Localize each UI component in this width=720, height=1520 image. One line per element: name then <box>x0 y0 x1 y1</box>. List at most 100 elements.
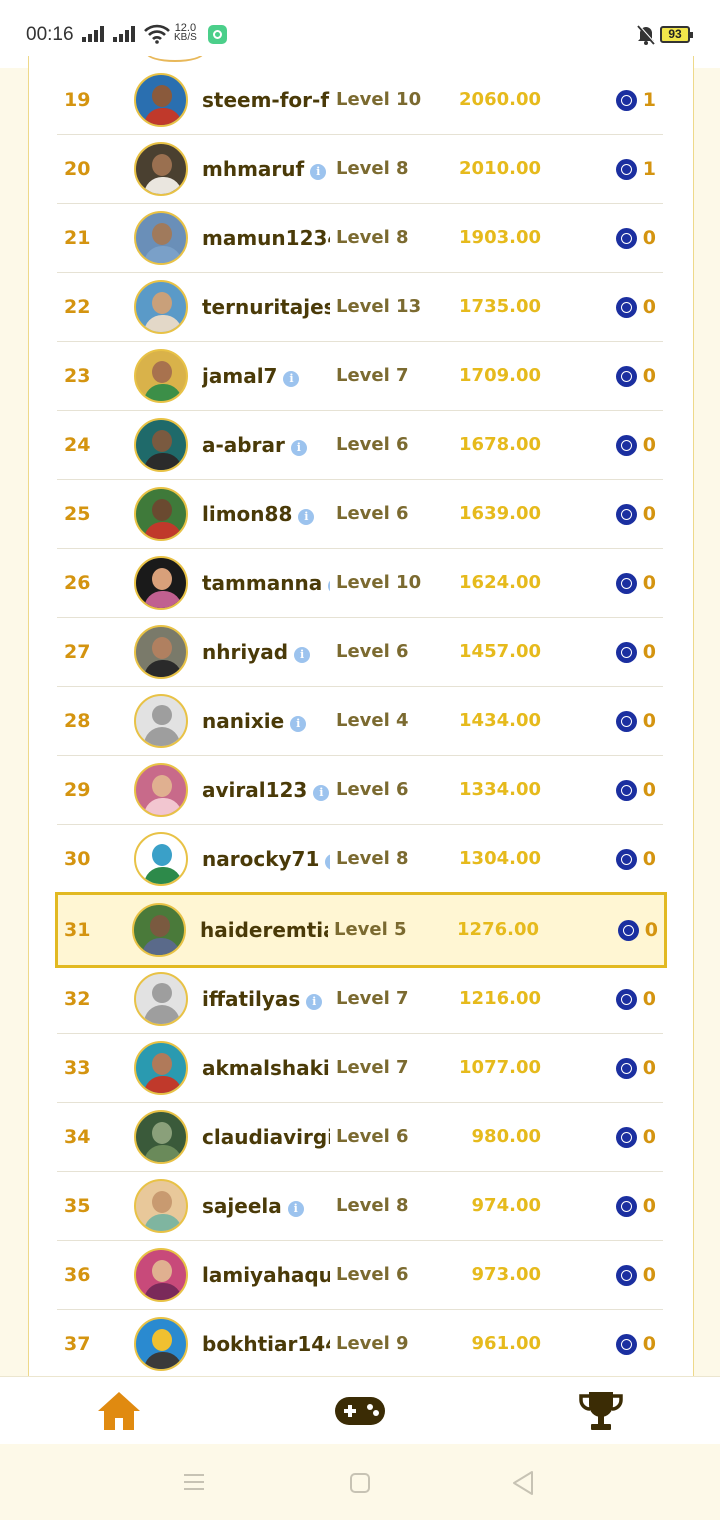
points-value: 1434.00 <box>459 710 541 731</box>
avatar[interactable] <box>134 1041 188 1095</box>
info-icon[interactable]: i <box>290 440 307 456</box>
avatar[interactable] <box>134 556 188 610</box>
username[interactable]: nanixie i <box>202 687 330 755</box>
user-level: Level 8 <box>336 158 409 179</box>
user-level: Level 4 <box>336 710 409 731</box>
username[interactable]: akmalshakiri <box>202 1034 330 1102</box>
table-row[interactable]: 23 jamal7 i Level 7 1709.00 0 <box>57 342 663 411</box>
home-square-icon[interactable] <box>349 1472 371 1494</box>
table-row[interactable]: 29 aviral123 i Level 6 1334.00 0 <box>57 756 663 825</box>
nav-games-button[interactable] <box>330 1387 390 1435</box>
username[interactable]: nhriyad i <box>202 618 330 686</box>
nav-leaderboard-button[interactable] <box>571 1387 631 1435</box>
avatar[interactable] <box>134 1248 188 1302</box>
reward-value: 0 <box>642 1333 656 1355</box>
info-icon[interactable]: i <box>283 371 300 387</box>
info-icon[interactable]: i <box>290 716 307 732</box>
avatar-photo <box>152 1191 172 1213</box>
table-row[interactable]: 30 narocky71 i Level 8 1304.00 0 <box>57 825 663 894</box>
info-icon[interactable]: i <box>313 785 330 801</box>
username[interactable]: jamal7 i <box>202 342 330 410</box>
username[interactable]: lamiyahaque <box>202 1241 330 1309</box>
avatar[interactable] <box>134 211 188 265</box>
username-text: sajeela <box>202 1194 282 1218</box>
info-icon[interactable]: i <box>328 578 330 594</box>
current-user-row[interactable]: 31 haideremtiaz Level 5 1276.00 0 <box>55 892 667 968</box>
table-row[interactable]: 32 iffatilyas i Level 7 1216.00 0 <box>57 965 663 1034</box>
default-avatar-icon[interactable] <box>134 694 188 748</box>
username[interactable]: a-abrar i <box>202 411 330 479</box>
username[interactable]: mhmaruf i <box>202 135 330 203</box>
avatar[interactable] <box>134 832 188 886</box>
avatar[interactable] <box>134 73 188 127</box>
username[interactable]: steem-for-fu <box>202 66 330 134</box>
avatar-photo <box>152 430 172 452</box>
table-row[interactable]: 35 sajeela i Level 8 974.00 0 <box>57 1172 663 1241</box>
table-row[interactable]: 25 limon88 i Level 6 1639.00 0 <box>57 480 663 549</box>
user-level: Level 6 <box>336 779 409 800</box>
rank-number: 33 <box>64 1057 91 1079</box>
avatar[interactable] <box>134 1110 188 1164</box>
avatar[interactable] <box>134 418 188 472</box>
avatar[interactable] <box>134 349 188 403</box>
back-icon[interactable] <box>511 1470 535 1496</box>
table-row[interactable]: 28 nanixie i Level 4 1434.00 0 <box>57 687 663 756</box>
table-row[interactable]: 27 nhriyad i Level 6 1457.00 0 <box>57 618 663 687</box>
info-icon[interactable]: i <box>298 509 315 525</box>
username[interactable]: limon88 i <box>202 480 330 548</box>
wifi-icon <box>144 24 170 44</box>
info-icon[interactable]: i <box>325 854 330 870</box>
reward-count: 0 <box>615 1172 656 1240</box>
steem-coin-icon <box>615 158 637 180</box>
avatar[interactable] <box>132 903 186 957</box>
avatar-photo <box>144 1214 182 1231</box>
avatar[interactable] <box>134 487 188 541</box>
username[interactable]: aviral123 i <box>202 756 330 824</box>
table-row[interactable]: 20 mhmaruf i Level 8 2010.00 1 <box>57 135 663 204</box>
table-row[interactable]: 33 akmalshakiri Level 7 1077.00 0 <box>57 1034 663 1103</box>
info-icon[interactable]: i <box>294 647 311 663</box>
reward-count: 1 <box>615 135 656 203</box>
username[interactable]: iffatilyas i <box>202 965 330 1033</box>
avatar-photo <box>144 177 182 194</box>
avatar-photo <box>144 246 182 263</box>
username[interactable]: claudiavirgin <box>202 1103 330 1171</box>
table-row[interactable]: 19 steem-for-fu Level 10 2060.00 1 <box>57 66 663 135</box>
username-text: akmalshakir <box>202 1056 330 1080</box>
username-text: tammanna <box>202 571 323 595</box>
info-icon[interactable]: i <box>306 994 323 1010</box>
avatar-photo <box>144 384 182 401</box>
username[interactable]: mamun12345 <box>202 204 330 272</box>
steem-coin-icon <box>615 988 637 1010</box>
table-row[interactable]: 36 lamiyahaque Level 6 973.00 0 <box>57 1241 663 1310</box>
info-icon[interactable]: i <box>287 1201 304 1217</box>
avatar[interactable] <box>134 1317 188 1371</box>
username[interactable]: haideremtiaz <box>200 895 328 965</box>
avatar[interactable] <box>134 763 188 817</box>
username[interactable]: bokhtiar1444 <box>202 1310 330 1376</box>
avatar[interactable] <box>134 625 188 679</box>
recents-icon[interactable] <box>183 1472 205 1492</box>
table-row[interactable]: 24 a-abrar i Level 6 1678.00 0 <box>57 411 663 480</box>
table-row[interactable]: 26 tammanna i Level 10 1624.00 0 <box>57 549 663 618</box>
username[interactable]: sajeela i <box>202 1172 330 1240</box>
username[interactable]: tammanna i <box>202 549 330 617</box>
points-value: 2060.00 <box>459 89 541 110</box>
table-row[interactable]: 21 mamun12345 Level 8 1903.00 0 <box>57 204 663 273</box>
info-icon[interactable]: i <box>310 164 327 180</box>
points-value: 1735.00 <box>459 296 541 317</box>
leaderboard-panel[interactable]: 19 steem-for-fu Level 10 2060.00 1 20 mhmaruf i… <box>28 56 694 1376</box>
avatar[interactable] <box>134 1179 188 1233</box>
avatar[interactable] <box>134 280 188 334</box>
table-row[interactable]: 22 ternuritajess Level 13 1735.00 0 <box>57 273 663 342</box>
username-text: lamiyahaque <box>202 1263 330 1287</box>
mute-bell-icon <box>637 24 656 45</box>
steem-coin-icon <box>617 919 639 941</box>
avatar[interactable] <box>134 142 188 196</box>
default-avatar-icon[interactable] <box>134 972 188 1026</box>
username[interactable]: narocky71 i <box>202 825 330 893</box>
username[interactable]: ternuritajess <box>202 273 330 341</box>
table-row[interactable]: 37 bokhtiar1444 Level 9 961.00 0 <box>57 1310 663 1376</box>
table-row[interactable]: 34 claudiavirgin Level 6 980.00 0 <box>57 1103 663 1172</box>
nav-home-button[interactable] <box>89 1387 149 1435</box>
